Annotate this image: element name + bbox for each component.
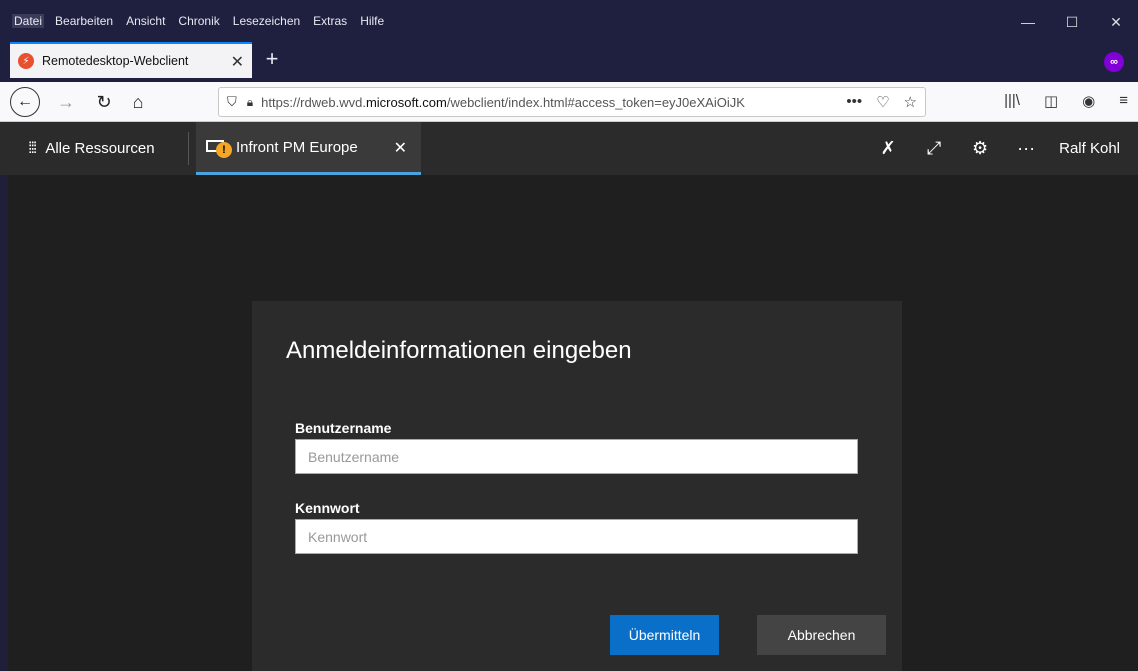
username-label: Benutzername [295,420,392,436]
username-input[interactable]: Benutzername [295,439,858,474]
pocket-icon[interactable]: ♡ [876,93,889,111]
divider [188,132,189,165]
url-text[interactable]: https://rdweb.wvd.microsoft.com/webclien… [261,95,821,110]
page-actions-icon[interactable]: ••• [846,93,862,111]
user-name[interactable]: Ralf Kohl [1059,140,1120,157]
tracking-protection-shield-icon[interactable]: ⛉ [227,94,237,110]
all-resources-label: Alle Ressourcen [45,140,155,157]
browser-tab-remotedesktop[interactable]: ⚡ Remotedesktop-Webclient ✕ [10,42,252,78]
new-tab-button[interactable]: + [258,46,286,72]
close-session-icon[interactable]: ✕ [394,138,407,158]
reload-button[interactable]: ↻ [92,88,116,116]
apps-grid-icon: ⁞⁞⁞ [28,139,37,157]
menu-bearbeiten[interactable]: Bearbeiten [53,14,115,28]
remote-desktop-favicon-icon: ⚡ [18,53,34,69]
close-window-button[interactable]: ✕ [1094,8,1138,36]
credentials-dialog: Anmeldeinformationen eingeben Benutzerna… [252,301,902,671]
forward-button[interactable]: → [54,88,78,116]
minimize-button[interactable]: — [1006,8,1050,36]
menu-lesezeichen[interactable]: Lesezeichen [231,14,302,28]
menu-datei[interactable]: Datei [12,14,45,28]
rd-app-bar: ⁞⁞⁞ Alle Ressourcen ! Infront PM Europe … [0,122,1138,175]
bookmark-star-icon[interactable]: ☆ [904,93,917,111]
navigation-bar: ← → ↻ ⌂ ⛉ 🔒︎ https://rdweb.wvd.microsoft… [0,82,1138,122]
menu-hilfe[interactable]: Hilfe [358,14,386,28]
url-actions: ••• ♡ ☆ [846,93,917,111]
menu-extras[interactable]: Extras [311,14,349,28]
url-bar[interactable]: ⛉ 🔒︎ https://rdweb.wvd.microsoft.com/web… [218,87,926,117]
submit-button[interactable]: Übermitteln [610,615,719,655]
toolbar-right: |||\ ◫ ◉ ≡ [1004,92,1128,110]
browser-tab-title: Remotedesktop-Webclient [42,54,189,68]
close-tab-icon[interactable]: ✕ [231,52,244,72]
dialog-title: Anmeldeinformationen eingeben [286,337,632,364]
menu-chronik[interactable]: Chronik [176,14,221,28]
menu-ansicht[interactable]: Ansicht [124,14,167,28]
library-icon[interactable]: |||\ [1004,92,1020,110]
session-tab[interactable]: ! Infront PM Europe ✕ [196,122,421,175]
remote-pc-warning-icon: ! [206,138,234,158]
password-input[interactable]: Kennwort [295,519,858,554]
tab-strip: ⚡ Remotedesktop-Webclient ✕ + ∞ [0,40,1138,82]
hamburger-menu-icon[interactable]: ≡ [1119,92,1128,110]
sidebar-icon[interactable]: ◫ [1044,92,1058,110]
private-browsing-icon: ∞ [1104,52,1124,72]
back-button[interactable]: ← [10,87,40,117]
cancel-button[interactable]: Abbrechen [757,615,886,655]
fullscreen-icon[interactable]: ⤢ [911,138,957,159]
maximize-button[interactable]: ☐ [1050,8,1094,36]
all-resources-button[interactable]: ⁞⁞⁞ Alle Ressourcen [28,122,155,175]
password-label: Kennwort [295,500,360,516]
title-bar: Datei Bearbeiten Ansicht Chronik Lesezei… [0,0,1138,40]
unpin-icon[interactable]: ✗ [865,138,911,159]
menu-bar: Datei Bearbeiten Ansicht Chronik Lesezei… [12,14,395,28]
settings-gear-icon[interactable]: ⚙ [957,138,1003,159]
lock-icon[interactable]: 🔒︎ [247,95,253,110]
window-controls: — ☐ ✕ [1006,8,1138,36]
session-name: Infront PM Europe [236,138,358,156]
more-options-icon[interactable]: ··· [1003,138,1049,159]
account-icon[interactable]: ◉ [1082,92,1095,110]
app-toolbar: ✗ ⤢ ⚙ ··· Ralf Kohl [865,122,1138,175]
home-button[interactable]: ⌂ [126,88,150,116]
